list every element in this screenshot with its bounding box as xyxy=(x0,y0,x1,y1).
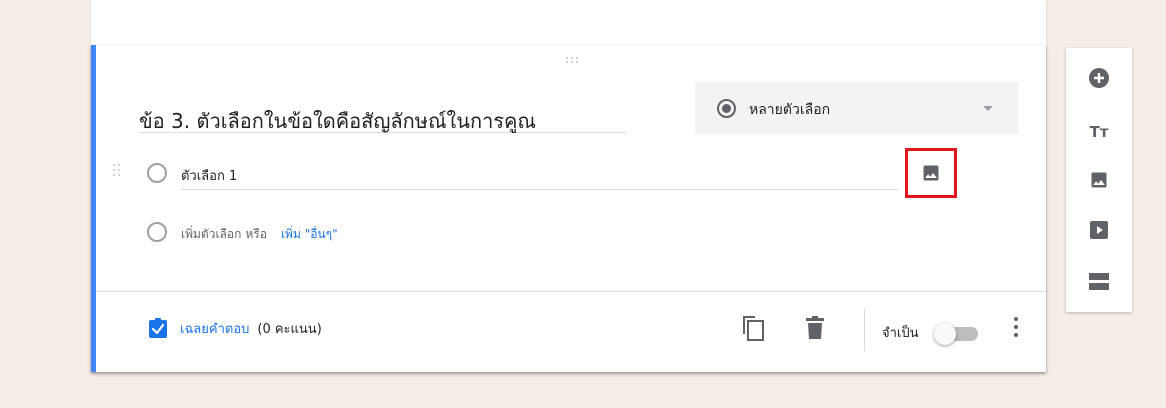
add-other-link[interactable]: เพิ่ม "อื่นๆ" xyxy=(281,227,338,241)
add-option-link[interactable]: เพิ่มตัวเลือก xyxy=(181,227,241,241)
title-text-icon: Tт xyxy=(1089,123,1109,141)
option-1-input[interactable]: ตัวเลือก 1 xyxy=(181,165,237,186)
option-radio-icon xyxy=(147,163,167,183)
add-section-button[interactable] xyxy=(1087,270,1111,294)
radio-checked-icon xyxy=(717,99,736,118)
drag-handle-icon[interactable] xyxy=(566,57,580,65)
add-video-button[interactable] xyxy=(1087,218,1111,242)
add-question-icon xyxy=(1089,68,1109,88)
answer-key-check-icon xyxy=(149,318,167,338)
image-icon xyxy=(923,165,939,181)
dropdown-arrow-icon xyxy=(983,106,993,111)
more-options-icon[interactable] xyxy=(1013,317,1019,339)
duplicate-button[interactable] xyxy=(741,315,765,341)
or-text: หรือ xyxy=(245,227,267,241)
footer-separator xyxy=(864,309,865,351)
question-type-label: หลายตัวเลือก xyxy=(749,102,831,118)
add-title-button[interactable]: Tт xyxy=(1087,120,1111,144)
add-option-row: เพิ่มตัวเลือก หรือ เพิ่ม "อื่นๆ" xyxy=(181,225,338,244)
footer-divider xyxy=(96,291,1046,292)
question-card[interactable]: ข้อ 3. ตัวเลือกในข้อใดคือสัญลักษณ์ในการค… xyxy=(91,45,1046,372)
image-icon xyxy=(1091,172,1107,188)
add-question-button[interactable] xyxy=(1087,66,1111,90)
delete-button[interactable] xyxy=(804,316,826,340)
question-title[interactable]: ข้อ 3. ตัวเลือกในข้อใดคือสัญลักษณ์ในการค… xyxy=(139,105,627,133)
toggle-knob xyxy=(934,323,956,345)
trash-icon xyxy=(806,316,824,339)
add-option-radio-icon xyxy=(147,222,167,242)
side-toolbar: Tт xyxy=(1066,48,1132,312)
section-icon xyxy=(1089,273,1109,290)
answer-key-button[interactable]: เฉลยคำตอบ (0 คะแนน) xyxy=(148,317,322,339)
required-toggle[interactable] xyxy=(934,322,980,345)
required-label: จำเป็น xyxy=(882,326,919,341)
previous-question-card xyxy=(91,0,1046,46)
points-label: (0 คะแนน) xyxy=(257,321,322,337)
option-drag-handle-icon[interactable] xyxy=(113,164,121,180)
copy-icon xyxy=(743,316,764,341)
add-image-toolbar-button[interactable] xyxy=(1087,168,1111,192)
question-type-select[interactable]: หลายตัวเลือก xyxy=(695,82,1018,134)
video-icon xyxy=(1090,221,1108,239)
option-underline xyxy=(180,189,898,190)
add-image-button[interactable] xyxy=(905,148,957,198)
answer-key-label: เฉลยคำตอบ xyxy=(180,321,250,337)
